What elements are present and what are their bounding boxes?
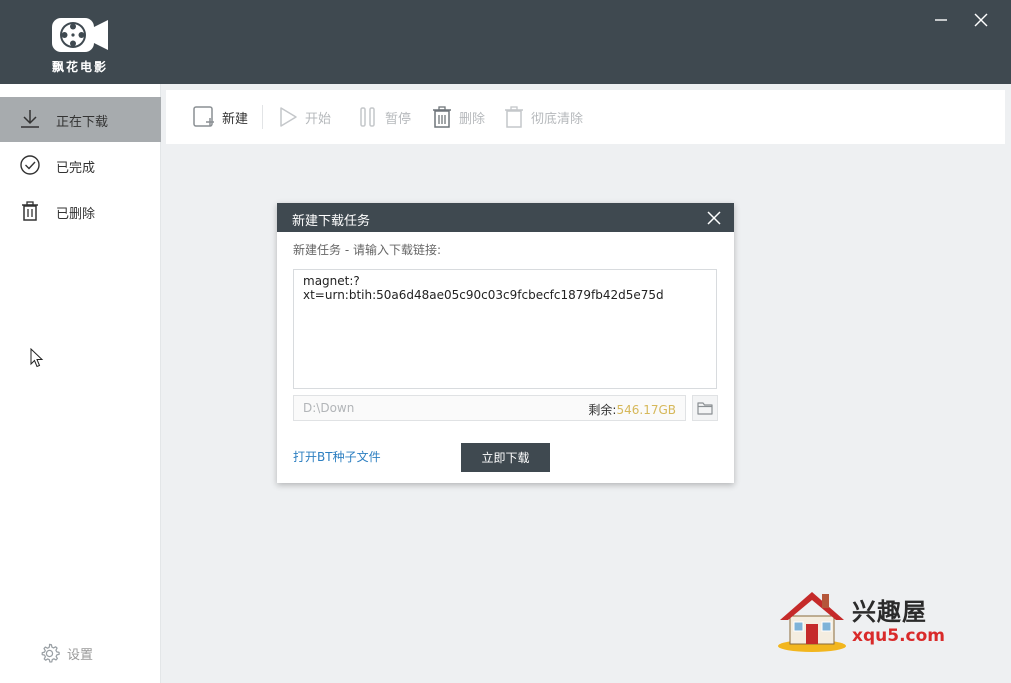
settings-label: 设置	[67, 648, 94, 663]
sidebar-item-label: 已完成	[56, 161, 96, 176]
delete-button[interactable]: 删除	[431, 104, 485, 130]
new-task-button[interactable]: 新建	[192, 104, 248, 130]
purge-button[interactable]: 彻底清除	[503, 104, 583, 130]
pause-icon	[360, 107, 375, 127]
start-label: 开始	[305, 111, 332, 127]
settings-button[interactable]: 设置	[38, 642, 93, 665]
pause-button[interactable]: 暂停	[357, 104, 411, 130]
trash-outline-icon	[505, 106, 523, 128]
trash-icon	[22, 201, 38, 221]
new-task-dialog: 新建下载任务 新建任务 - 请输入下载链接: D:\Down 剩余:546.17…	[277, 203, 734, 483]
sidebar-item-label: 正在下载	[56, 115, 109, 130]
sidebar-item-completed[interactable]: 已完成	[0, 143, 161, 188]
app-logo-text: 飘花电影	[51, 60, 108, 74]
close-icon	[974, 13, 988, 27]
save-path-field[interactable]: D:\Down 剩余:546.17GB	[293, 395, 686, 421]
download-now-button[interactable]: 立即下载	[461, 443, 550, 472]
pause-label: 暂停	[385, 111, 412, 127]
film-camera-icon	[52, 18, 108, 52]
dialog-header: 新建下载任务	[277, 203, 734, 232]
dialog-prompt: 新建任务 - 请输入下载链接:	[293, 243, 442, 257]
toolbar-divider	[262, 105, 263, 129]
folder-icon	[697, 402, 713, 415]
open-bt-file-link[interactable]: 打开BT种子文件	[293, 448, 381, 465]
sidebar: 正在下载 已完成 已删除 设置	[0, 84, 161, 683]
browse-folder-button[interactable]	[692, 395, 718, 421]
sidebar-item-deleted[interactable]: 已删除	[0, 189, 161, 234]
title-bar: 飘花电影	[0, 0, 1011, 84]
remaining-space: 剩余:546.17GB	[588, 401, 676, 418]
sidebar-item-label: 已删除	[56, 207, 96, 222]
purge-label: 彻底清除	[531, 111, 584, 127]
dialog-title: 新建下载任务	[292, 214, 371, 229]
save-path-value: D:\Down	[303, 401, 355, 415]
minimize-icon	[935, 19, 947, 21]
close-window-button[interactable]	[969, 8, 993, 32]
mouse-cursor-icon	[30, 348, 44, 368]
new-file-icon	[193, 106, 214, 127]
download-link-input[interactable]	[293, 269, 717, 389]
minimize-button[interactable]	[929, 8, 953, 32]
sidebar-item-downloading[interactable]: 正在下载	[0, 97, 161, 142]
new-task-label: 新建	[222, 111, 249, 127]
app-logo: 飘花电影	[46, 12, 114, 74]
toolbar: 新建 开始 暂停 删除 彻底清除	[166, 90, 1005, 144]
gear-icon	[41, 643, 60, 663]
close-icon[interactable]	[706, 210, 722, 226]
watermark-url: xqu5.com	[852, 626, 945, 646]
watermark: 兴趣屋 xqu5.com	[776, 586, 946, 654]
start-button[interactable]: 开始	[277, 104, 331, 130]
play-icon	[280, 107, 297, 127]
download-icon	[21, 110, 39, 128]
remaining-value: 546.17GB	[616, 403, 676, 417]
remaining-label: 剩余:	[588, 403, 617, 417]
trash-icon	[433, 106, 451, 128]
house-logo-icon	[778, 592, 846, 652]
check-circle-icon	[20, 155, 40, 175]
watermark-cn: 兴趣屋	[852, 598, 927, 626]
delete-label: 删除	[459, 111, 486, 127]
